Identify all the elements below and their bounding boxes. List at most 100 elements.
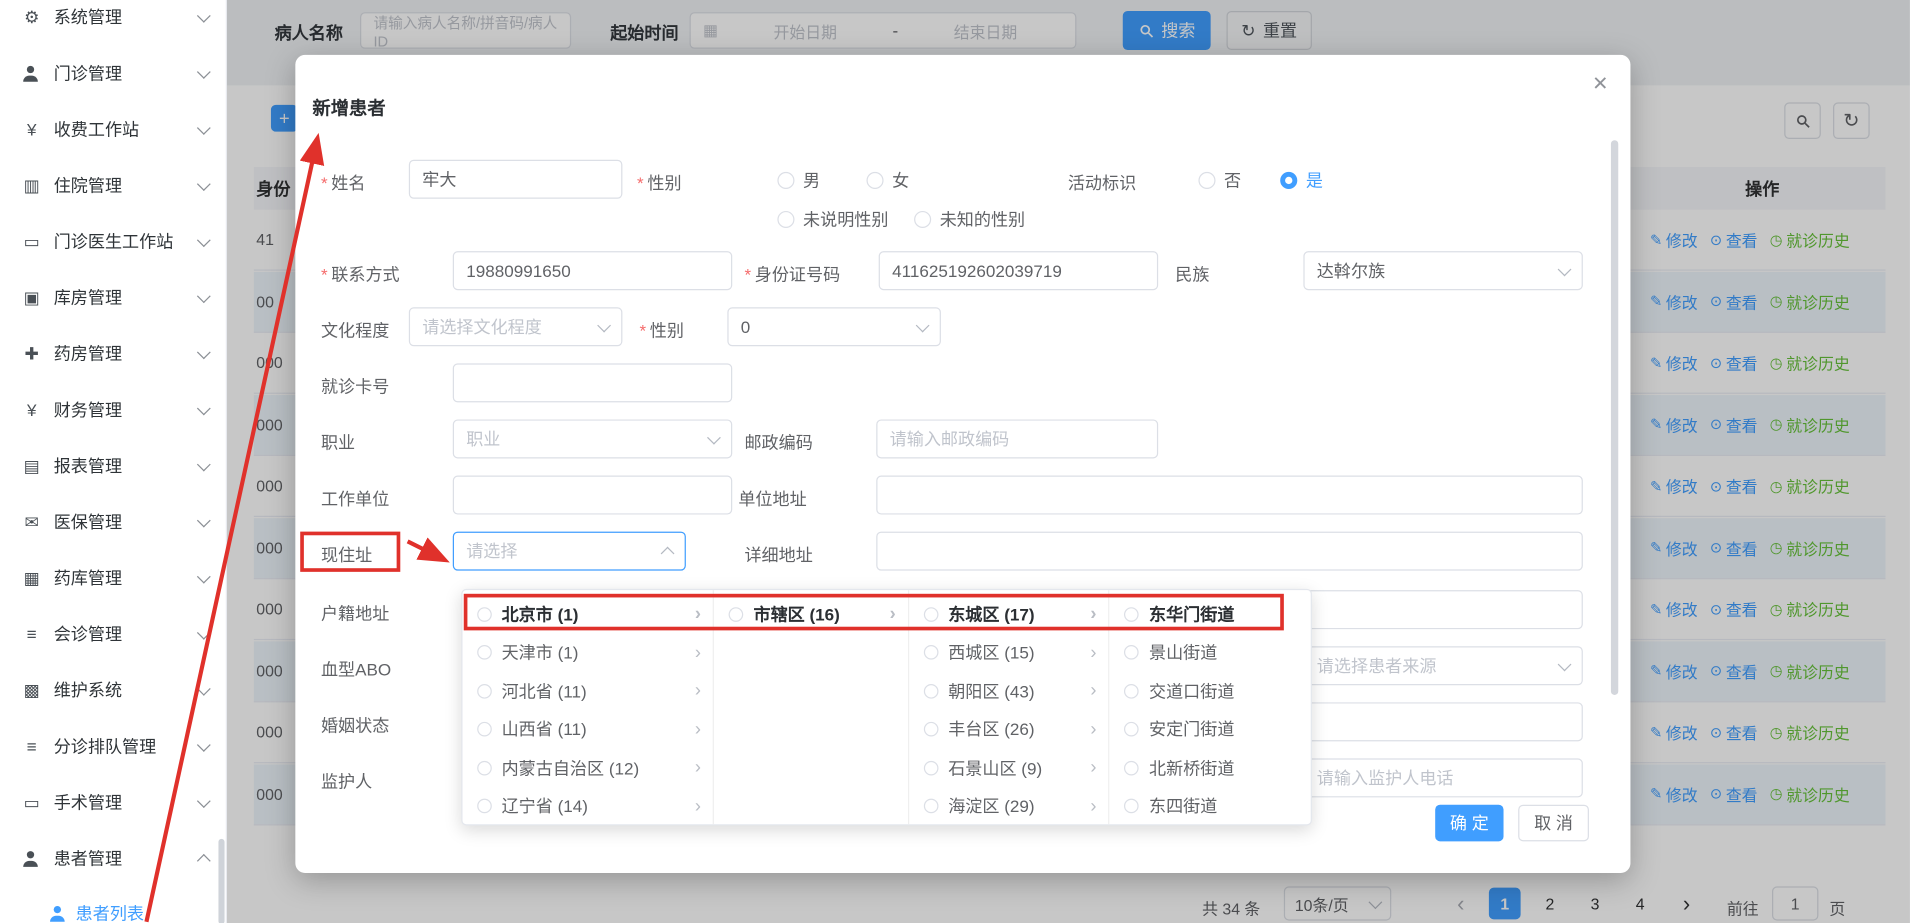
radio-icon — [477, 684, 492, 699]
gender-radio-female[interactable]: 女 — [866, 168, 909, 192]
close-icon[interactable]: ✕ — [1592, 72, 1608, 96]
active-flag-radio-yes[interactable]: 是 — [1280, 168, 1323, 192]
chevron-down-icon — [707, 430, 721, 444]
sidebar-item-patient-mgmt[interactable]: 患者管理 — [0, 830, 226, 886]
chevron-right-icon: › — [695, 796, 701, 817]
required-star: * — [639, 321, 646, 341]
sidebar-item-doctor-station[interactable]: ▭ 门诊医生工作站 — [0, 213, 226, 269]
cascader-option-shanxi[interactable]: 山西省 (11)› — [463, 710, 714, 748]
chevron-right-icon: › — [1090, 757, 1096, 778]
yen-icon: ¥ — [22, 119, 42, 139]
sidebar-item-warehouse[interactable]: ▣ 库房管理 — [0, 269, 226, 325]
cascader-option-andingmen[interactable]: 安定门街道 — [1110, 710, 1311, 748]
option-label: 西城区 (15) — [948, 640, 1034, 664]
work-unit-input[interactable] — [453, 476, 732, 515]
sidebar-item-system[interactable]: ⚙ 系统管理 — [0, 0, 226, 45]
sidebar-item-triage-queue[interactable]: ≡ 分诊排队管理 — [0, 718, 226, 774]
radio-icon — [924, 684, 939, 699]
education-select[interactable]: 请选择文化程度 — [409, 307, 623, 346]
cascader-option-donghuamen[interactable]: 东华门街道 — [1110, 595, 1311, 633]
radio-label: 否 — [1224, 168, 1241, 192]
sidebar-item-inpatient[interactable]: ▥ 住院管理 — [0, 157, 226, 213]
radio-icon — [1125, 799, 1140, 814]
cascader-option-dongsi[interactable]: 东四街道 — [1110, 787, 1311, 824]
sidebar-item-drugstore[interactable]: ▦ 药库管理 — [0, 550, 226, 606]
sidebar-item-outpatient[interactable]: 门诊管理 — [0, 45, 226, 101]
sidebar-item-insurance[interactable]: ✉ 医保管理 — [0, 494, 226, 550]
chevron-down-icon — [197, 737, 211, 751]
cascader-option-haidian[interactable]: 海淀区 (29) › — [909, 787, 1109, 824]
ethnicity-select[interactable]: 达斡尔族 — [1303, 251, 1582, 290]
sidebar-item-surgery[interactable]: ▭ 手术管理 — [0, 774, 226, 830]
cascader-option-beijing[interactable]: 北京市 (1)› — [463, 595, 714, 633]
contact-input[interactable]: 19880991650 — [453, 251, 732, 290]
chevron-right-icon: › — [1090, 796, 1096, 817]
option-label: 海淀区 (29) — [948, 794, 1034, 818]
radio-selected-icon — [1280, 172, 1297, 189]
chevron-up-icon — [197, 854, 211, 868]
cascader-option-beixinqiao[interactable]: 北新桥街道 — [1110, 749, 1311, 787]
confirm-button[interactable]: 确 定 — [1435, 805, 1503, 842]
sidebar-item-finance[interactable]: ¥ 财务管理 — [0, 382, 226, 438]
id-number-input[interactable]: 411625192602039719 — [879, 251, 1158, 290]
cascader-option-chaoyang[interactable]: 朝阳区 (43)› — [909, 672, 1109, 710]
marital-input[interactable] — [1303, 702, 1582, 741]
monitor-icon: ▭ — [22, 792, 42, 813]
gender2-select[interactable]: 0 — [727, 307, 941, 346]
active-flag-radio-no[interactable]: 否 — [1198, 168, 1241, 192]
cascader-option-neimenggu[interactable]: 内蒙古自治区 (12)› — [463, 749, 714, 787]
name-value: 牢大 — [422, 167, 456, 191]
modal-scrollbar[interactable] — [1611, 140, 1618, 695]
sidebar-subitem-patient-list[interactable]: 患者列表 — [0, 886, 226, 923]
patient-source-select[interactable]: 请选择患者来源 — [1303, 646, 1582, 685]
chevron-right-icon: › — [695, 642, 701, 663]
cancel-button[interactable]: 取 消 — [1518, 805, 1589, 842]
cascader-option-jingshan[interactable]: 景山街道 — [1110, 633, 1311, 671]
cascader-option-hebei[interactable]: 河北省 (11)› — [463, 672, 714, 710]
cascader-option-tianjin[interactable]: 天津市 (1)› — [463, 633, 714, 671]
gender-radio-male[interactable]: 男 — [777, 168, 820, 192]
sidebar-item-charging[interactable]: ¥ 收费工作站 — [0, 101, 226, 157]
guardian-phone-input[interactable]: 请输入监护人电话 — [1303, 758, 1582, 797]
chevron-down-icon — [197, 8, 211, 22]
cascader-option-jiaodaokou[interactable]: 交道口街道 — [1110, 672, 1311, 710]
chevron-down-icon — [197, 569, 211, 583]
postal-input[interactable]: 请输入邮政编码 — [876, 419, 1158, 458]
option-label: 朝阳区 (43) — [948, 679, 1034, 703]
radio-icon — [924, 722, 939, 737]
sidebar-item-pharmacy[interactable]: ✚ 药房管理 — [0, 326, 226, 382]
cascader-option-dongcheng[interactable]: 东城区 (17)› — [909, 595, 1109, 633]
unit-address-input[interactable] — [876, 476, 1583, 515]
chevron-right-icon: › — [695, 604, 701, 625]
cascader-option-fengtai[interactable]: 丰台区 (26)› — [909, 710, 1109, 748]
radio-label: 男 — [803, 168, 820, 192]
cascader-option-liaoning[interactable]: 辽宁省 (14)› — [463, 787, 714, 824]
chevron-down-icon — [197, 401, 211, 415]
detail-address-input[interactable] — [876, 532, 1583, 571]
stage: ⚙ 系统管理 门诊管理 ¥ 收费工作站 ▥ 住院管理 ▭ 门诊医生工作 — [0, 0, 1910, 923]
education-placeholder: 请选择文化程度 — [422, 315, 542, 339]
radio-icon — [477, 607, 492, 622]
option-label: 东四街道 — [1149, 794, 1217, 818]
sidebar-item-maintenance[interactable]: ▩ 维护系统 — [0, 662, 226, 718]
visit-card-input[interactable] — [453, 363, 732, 402]
sidebar-item-label: 维护系统 — [54, 678, 122, 702]
cascader-option-xicheng[interactable]: 西城区 (15)› — [909, 633, 1109, 671]
person-icon — [22, 850, 42, 866]
cascader-option-shixiaqu[interactable]: 市辖区 (16)› — [714, 595, 907, 633]
current-address-select[interactable]: 请选择 — [453, 532, 686, 571]
occupation-label: 职业 — [321, 430, 355, 454]
sidebar-item-report[interactable]: ▤ 报表管理 — [0, 438, 226, 494]
chevron-right-icon: › — [695, 719, 701, 740]
name-input[interactable]: 牢大 — [409, 160, 623, 199]
gender-radio-unstated[interactable]: 未说明性别 — [777, 207, 888, 231]
sidebar-item-consultation[interactable]: ≡ 会诊管理 — [0, 606, 226, 662]
gender-radio-unknown[interactable]: 未知的性别 — [914, 207, 1025, 231]
sidebar-scrollbar[interactable] — [218, 839, 224, 923]
household-address-label: 户籍地址 — [321, 601, 389, 625]
radio-icon — [477, 761, 492, 776]
sidebar-item-label: 手术管理 — [54, 790, 122, 814]
cascader-street-column: 东华门街道 景山街道 交道口街道 安定门街道 北新桥街道 东四街道 — [1110, 590, 1311, 824]
occupation-select[interactable]: 职业 — [453, 419, 732, 458]
cascader-option-shijingshan[interactable]: 石景山区 (9)› — [909, 749, 1109, 787]
